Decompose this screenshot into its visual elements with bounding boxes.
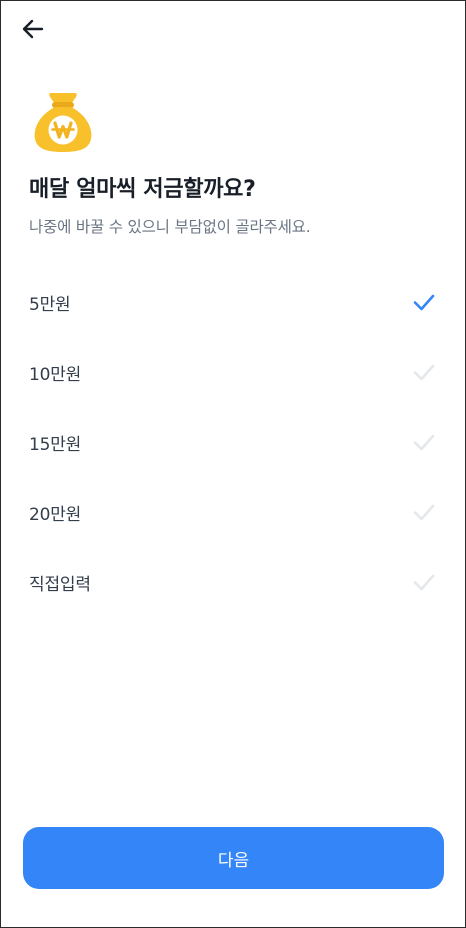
option-label: 15만원	[29, 434, 82, 455]
amount-options-list: 5만원 10만원 15만원 20만원 직접입력	[1, 267, 465, 617]
option-20man[interactable]: 20만원	[1, 477, 465, 547]
arrow-left-icon	[22, 19, 44, 39]
option-label: 직접입력	[29, 574, 91, 595]
option-custom-input[interactable]: 직접입력	[1, 547, 465, 617]
check-icon	[413, 434, 435, 451]
page-title: 매달 얼마씩 저금할까요?	[29, 177, 256, 202]
option-label: 20만원	[29, 504, 82, 525]
option-5man[interactable]: 5만원	[1, 267, 465, 337]
check-icon	[413, 574, 435, 591]
screen: 매달 얼마씩 저금할까요? 나중에 바꿀 수 있으니 부담없이 골라주세요. 5…	[0, 0, 466, 928]
option-10man[interactable]: 10만원	[1, 337, 465, 407]
page-subtitle: 나중에 바꿀 수 있으니 부담없이 골라주세요.	[29, 218, 311, 236]
check-icon	[413, 294, 435, 311]
check-icon	[413, 364, 435, 381]
option-15man[interactable]: 15만원	[1, 407, 465, 477]
option-label: 5만원	[29, 294, 71, 315]
back-button[interactable]	[15, 11, 51, 47]
option-label: 10만원	[29, 364, 82, 385]
money-bag-won-icon	[34, 93, 92, 152]
check-icon	[413, 504, 435, 521]
next-button[interactable]: 다음	[23, 827, 444, 889]
